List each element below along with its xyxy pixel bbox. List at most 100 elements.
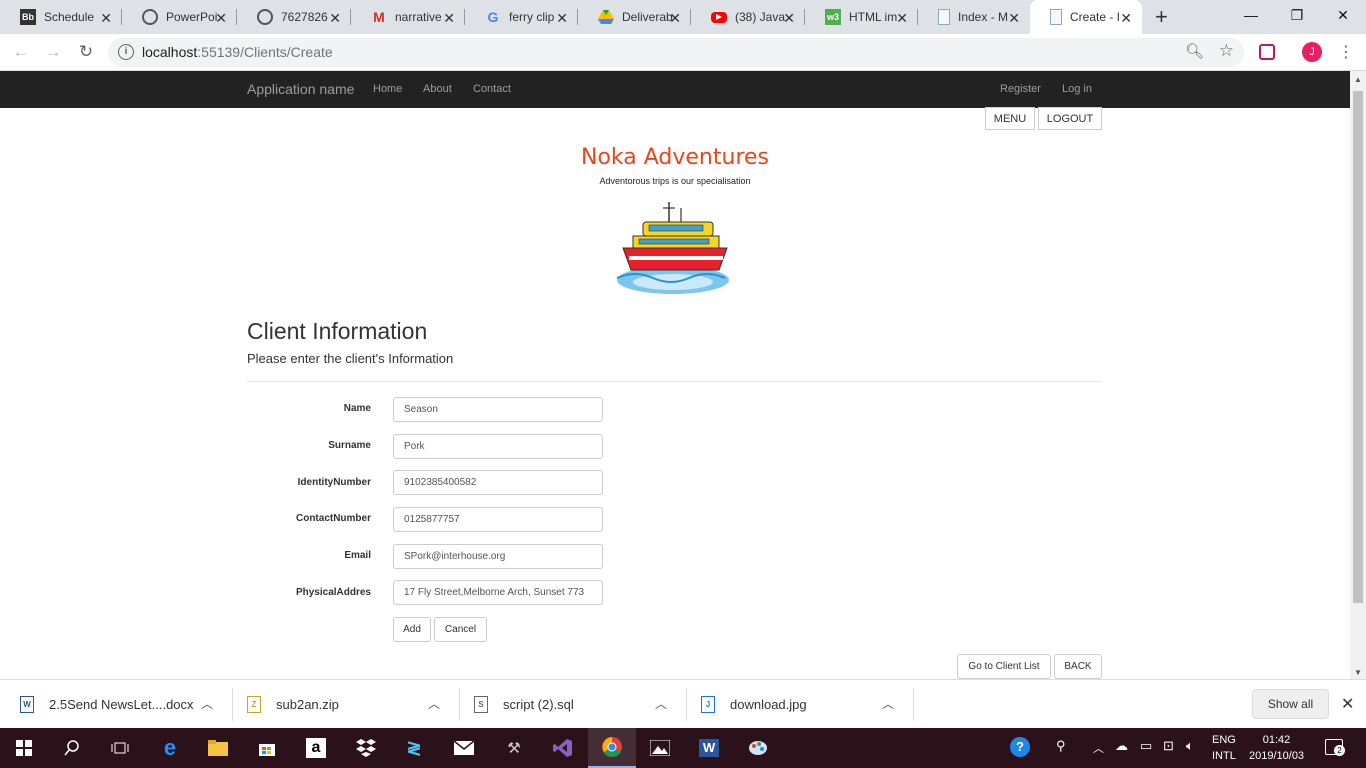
windows-start-icon[interactable]	[0, 728, 48, 768]
site-navbar: Application name Home About Contact Regi…	[0, 71, 1350, 108]
contact-number-field[interactable]	[393, 507, 603, 532]
bookmark-star-icon[interactable]: ☆	[1219, 41, 1234, 61]
forward-arrow-icon[interactable]: →	[41, 40, 65, 64]
volume-icon[interactable]: 🔈︎	[1186, 738, 1194, 754]
tools-icon[interactable]: ⚒	[490, 728, 538, 768]
browser-tab[interactable]: (38) Java ✕	[691, 0, 805, 34]
chevron-up-icon[interactable]: ︿	[201, 695, 213, 712]
logout-button[interactable]: LOGOUT	[1038, 107, 1102, 130]
scroll-down-icon[interactable]: ▼	[1354, 668, 1362, 677]
mail-icon[interactable]	[440, 728, 488, 768]
nav-link-register[interactable]: Register	[1000, 83, 1041, 95]
name-field[interactable]	[393, 397, 603, 422]
address-bar[interactable]: i localhost:55139/Clients/Create 🔍︎ ☆	[108, 38, 1244, 67]
show-all-button[interactable]: Show all	[1252, 689, 1329, 719]
profile-avatar[interactable]: J	[1302, 42, 1322, 62]
reload-icon[interactable]: ↻	[74, 40, 98, 64]
visual-studio-icon[interactable]	[539, 728, 587, 768]
window-close-icon[interactable]: ✕	[1320, 0, 1366, 30]
restore-icon[interactable]: ❐	[1274, 0, 1320, 30]
close-tab-icon[interactable]: ✕	[556, 10, 568, 27]
chevron-up-icon[interactable]: ︿	[655, 695, 667, 712]
download-item[interactable]: W 2.5Send NewsLet....docx ︿	[20, 680, 233, 729]
network-icon[interactable]: ⊡	[1163, 738, 1174, 754]
go-to-client-list-button[interactable]: Go to Client List	[957, 654, 1051, 679]
task-view-icon[interactable]	[96, 728, 144, 768]
close-tab-icon[interactable]: ✕	[896, 10, 908, 27]
paint-icon[interactable]	[734, 728, 782, 768]
info-icon[interactable]: i	[118, 44, 134, 60]
new-tab-icon[interactable]: +	[1155, 4, 1168, 30]
file-explorer-icon[interactable]	[194, 728, 242, 768]
help-icon[interactable]: ?	[1010, 737, 1030, 757]
close-tab-icon[interactable]: ✕	[443, 10, 455, 27]
browser-tab[interactable]: Deliverab ✕	[578, 0, 691, 34]
nav-link-contact[interactable]: Contact	[473, 83, 511, 95]
photos-icon[interactable]	[636, 728, 684, 768]
identity-number-field[interactable]	[393, 470, 603, 495]
browser-tab-active[interactable]: Create - I ✕	[1030, 0, 1142, 34]
cancel-button[interactable]: Cancel	[434, 617, 487, 642]
minimize-icon[interactable]: —	[1228, 0, 1274, 30]
close-downloads-icon[interactable]: ✕	[1341, 694, 1354, 714]
close-tab-icon[interactable]: ✕	[1008, 10, 1020, 27]
notifications-icon[interactable]: 2	[1325, 739, 1345, 756]
download-separator	[232, 688, 233, 721]
physical-address-field[interactable]	[393, 580, 603, 605]
menu-kebab-icon[interactable]: ⋮	[1338, 42, 1354, 62]
nav-link-home[interactable]: Home	[373, 83, 402, 95]
amazon-icon[interactable]: a	[292, 728, 340, 768]
close-tab-icon[interactable]: ✕	[1120, 10, 1132, 27]
back-arrow-icon[interactable]: ←	[9, 40, 33, 64]
download-item[interactable]: Z sub2an.zip ︿	[247, 680, 460, 729]
scrollbar-thumb[interactable]	[1353, 91, 1363, 603]
close-tab-icon[interactable]: ✕	[100, 10, 112, 27]
store-icon[interactable]	[243, 728, 291, 768]
surname-field[interactable]	[393, 434, 603, 459]
zoom-icon[interactable]: 🔍︎	[1185, 42, 1204, 60]
close-tab-icon[interactable]: ✕	[215, 10, 227, 27]
battery-icon[interactable]: ▭	[1140, 738, 1152, 754]
search-icon[interactable]	[48, 728, 96, 768]
vs-code-icon[interactable]: ≷	[390, 728, 438, 768]
nav-link-about[interactable]: About	[423, 83, 452, 95]
url-text[interactable]: localhost:55139/Clients/Create	[142, 44, 333, 60]
browser-tab[interactable]: Bb Schedule ✕	[0, 0, 122, 34]
scroll-up-icon[interactable]: ▲	[1354, 75, 1362, 84]
email-field[interactable]	[393, 544, 603, 569]
page-subtitle: Please enter the client's Information	[247, 351, 454, 366]
language-code: ENG	[1212, 734, 1236, 746]
nav-link-login[interactable]: Log in	[1062, 83, 1092, 95]
browser-tab[interactable]: Index - M ✕	[918, 0, 1030, 34]
download-name: 2.5Send NewsLet....docx	[49, 697, 194, 712]
cloud-icon[interactable]: ☁	[1115, 738, 1128, 754]
people-icon[interactable]: ⚲	[1056, 738, 1066, 754]
close-tab-icon[interactable]: ✕	[329, 10, 341, 27]
chevron-up-icon[interactable]: ︿	[428, 695, 440, 712]
browser-tab[interactable]: 7627826 ✕	[237, 0, 351, 34]
download-item[interactable]: S script (2).sql ︿	[474, 680, 687, 729]
browser-tab[interactable]: w3 HTML im ✕	[805, 0, 918, 34]
navbar-brand[interactable]: Application name	[247, 81, 354, 97]
chrome-icon[interactable]	[588, 728, 636, 768]
menu-button[interactable]: MENU	[985, 107, 1035, 130]
chevron-up-icon[interactable]: ︿	[882, 695, 894, 712]
add-button[interactable]: Add	[393, 617, 431, 642]
edge-icon[interactable]: e	[146, 728, 194, 768]
close-tab-icon[interactable]: ✕	[783, 10, 795, 27]
dropbox-icon[interactable]	[342, 728, 390, 768]
browser-tab[interactable]: G ferry clip ✕	[465, 0, 578, 34]
word-icon[interactable]: W	[685, 728, 733, 768]
extension-icon[interactable]	[1259, 44, 1275, 60]
browser-tab[interactable]: PowerPoi ✕	[122, 0, 237, 34]
browser-tab[interactable]: M narrative ✕	[351, 0, 465, 34]
chevron-up-icon[interactable]: ︿	[1093, 740, 1104, 756]
download-item[interactable]: J download.jpg ︿	[701, 680, 914, 729]
language-indicator[interactable]: ENG INTL	[1212, 732, 1236, 764]
back-button[interactable]: BACK	[1054, 654, 1102, 679]
close-tab-icon[interactable]: ✕	[669, 10, 681, 27]
page-scrollbar[interactable]: ▲ ▼	[1350, 71, 1366, 679]
tab-title: Schedule	[44, 10, 95, 24]
tab-title: 7627826	[281, 10, 328, 24]
system-clock[interactable]: 01:42 2019/10/03	[1249, 732, 1304, 764]
